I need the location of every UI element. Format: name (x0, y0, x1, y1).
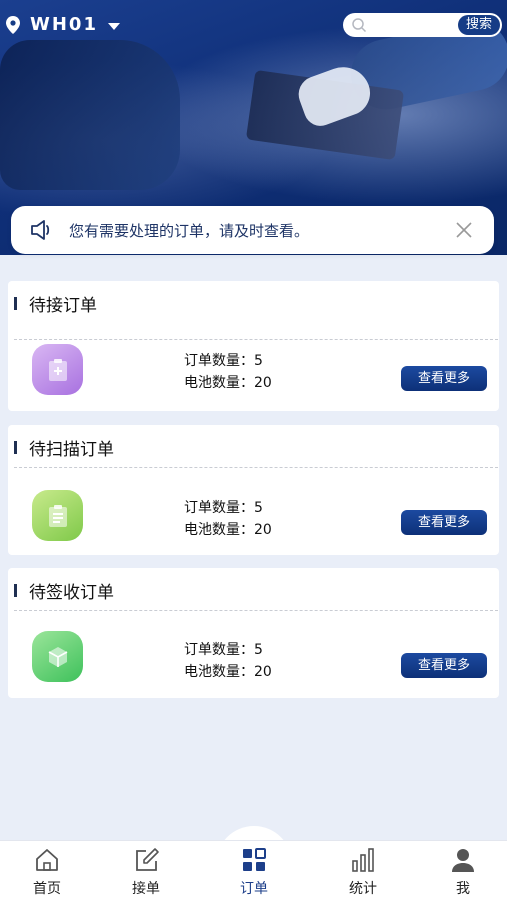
card-stats: 订单数量：5 电池数量：20 (184, 350, 272, 394)
notice-bar: 您有需要处理的订单，请及时查看。 (11, 206, 494, 254)
order-card-pending-scan: 待扫描订单 订单数量：5 电池数量：20 查看更多 (8, 425, 499, 555)
tab-label: 统计 (349, 881, 377, 897)
order-count: 订单数量：5 (184, 500, 263, 516)
notice-text: 您有需要处理的订单，请及时查看。 (69, 221, 310, 240)
card-stats: 订单数量：5 电池数量：20 (184, 497, 272, 541)
divider (14, 339, 498, 340)
search-icon (352, 18, 367, 33)
battery-count: 电池数量：20 (184, 522, 272, 538)
tab-label: 接单 (132, 881, 160, 897)
home-icon (36, 849, 58, 871)
title-accent-bar (14, 297, 17, 310)
search-input[interactable] (367, 18, 458, 32)
tab-stats[interactable]: 统计 (323, 846, 403, 898)
location-code: WH01 (30, 14, 98, 35)
divider (14, 467, 498, 468)
view-more-button[interactable]: 查看更多 (401, 366, 487, 391)
title-accent-bar (14, 584, 17, 597)
location-selector[interactable]: WH01 (6, 14, 120, 35)
view-more-button[interactable]: 查看更多 (401, 653, 487, 678)
order-card-pending-accept: 待接订单 订单数量：5 电池数量：20 查看更多 (8, 281, 499, 411)
close-icon[interactable] (454, 220, 474, 240)
tab-home[interactable]: 首页 (7, 846, 87, 898)
card-stats: 订单数量：5 电池数量：20 (184, 639, 272, 683)
banner-photo-left (0, 40, 180, 190)
tab-label: 订单 (240, 881, 268, 897)
box-icon (32, 631, 83, 682)
card-title: 待接订单 (14, 291, 97, 316)
tab-orders[interactable]: 订单 (214, 846, 294, 898)
tab-label: 首页 (33, 881, 61, 897)
card-title-text: 待接订单 (29, 296, 97, 316)
tab-accept[interactable]: 接单 (106, 846, 186, 898)
top-bar: WH01 搜索 (0, 10, 507, 42)
order-card-pending-sign: 待签收订单 订单数量：5 电池数量：20 查看更多 (8, 568, 499, 698)
location-pin-icon (6, 15, 20, 34)
search-button[interactable]: 搜索 (457, 15, 500, 35)
clipboard-plus-icon (32, 344, 83, 395)
chevron-down-icon (107, 23, 120, 30)
battery-count: 电池数量：20 (184, 375, 272, 391)
card-title-text: 待签收订单 (29, 583, 114, 603)
order-count: 订单数量：5 (184, 642, 263, 658)
view-more-button[interactable]: 查看更多 (401, 510, 487, 535)
battery-count: 电池数量：20 (184, 664, 272, 680)
speaker-icon (31, 220, 50, 240)
card-title: 待签收订单 (14, 578, 114, 603)
clipboard-list-icon (32, 490, 83, 541)
tab-me[interactable]: 我 (423, 846, 503, 898)
user-icon (452, 849, 474, 872)
card-title: 待扫描订单 (14, 435, 114, 460)
card-title-text: 待扫描订单 (29, 440, 114, 460)
search-box: 搜索 (343, 13, 502, 37)
title-accent-bar (14, 441, 17, 454)
tab-label: 我 (456, 881, 470, 897)
order-count: 订单数量：5 (184, 353, 263, 369)
bar-chart-icon (352, 848, 374, 872)
grid-icon (243, 848, 266, 871)
divider (14, 610, 498, 611)
edit-icon (136, 848, 159, 871)
